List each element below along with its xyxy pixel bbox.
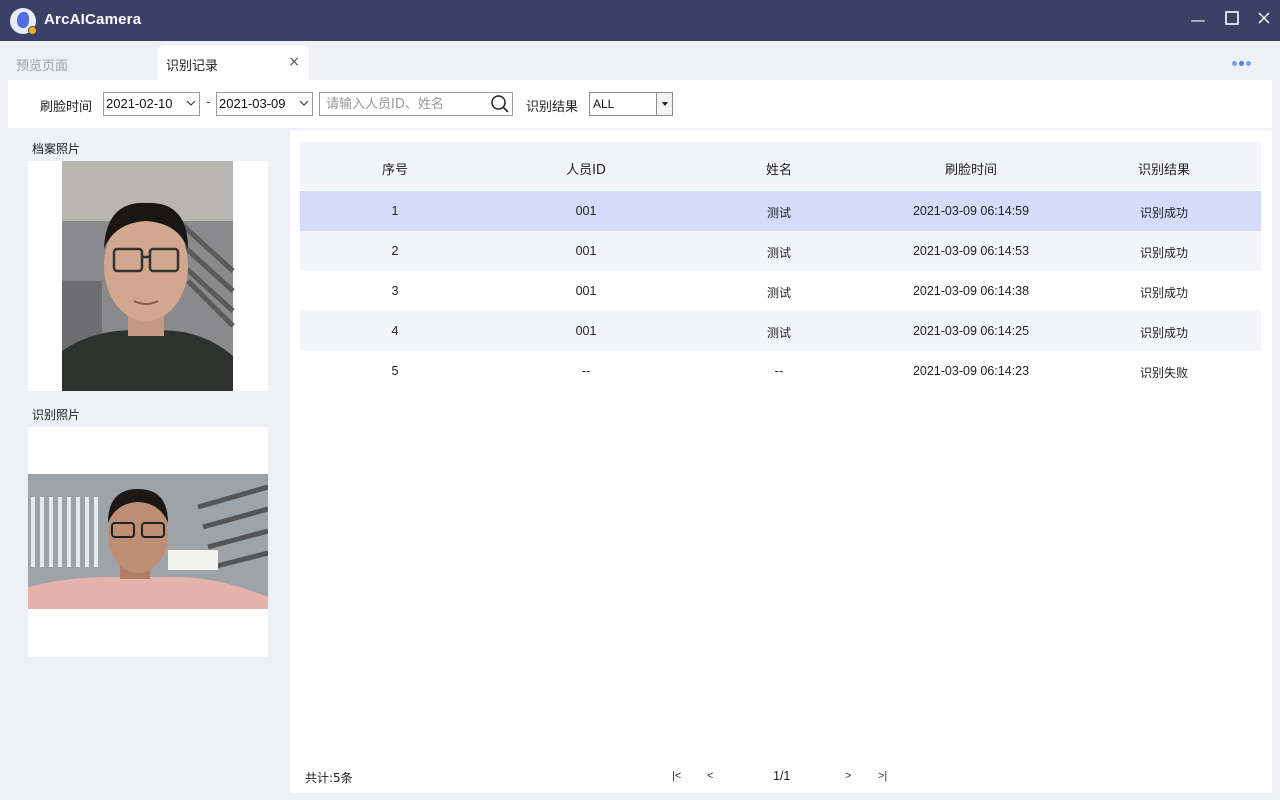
- cell-result: 识别失败: [1139, 366, 1188, 380]
- cell-index: 5: [391, 364, 399, 378]
- cell-result: 识别成功: [1139, 206, 1188, 220]
- tab-bar: 预览页面 识别记录 ×: [0, 41, 1280, 80]
- search-input[interactable]: [320, 93, 485, 115]
- cell-index: 2: [391, 244, 399, 258]
- cell-name: 测试: [766, 206, 791, 220]
- tab-records[interactable]: 识别记录 ×: [158, 45, 309, 80]
- next-page-button[interactable]: >: [845, 770, 851, 782]
- capture-photo-label: 识别照片: [32, 408, 81, 422]
- date-to-picker[interactable]: 2021-03-09: [216, 92, 313, 116]
- archive-face-image: [62, 161, 235, 391]
- cell-person-id: 001: [575, 324, 597, 338]
- cell-face-time: 2021-03-09 06:14:38: [912, 284, 1030, 298]
- cell-result: 识别成功: [1139, 286, 1188, 300]
- table-row[interactable]: 4 001 测试 2021-03-09 06:14:25 识别成功: [300, 311, 1261, 351]
- header-index: 序号: [381, 163, 408, 178]
- close-button[interactable]: [1254, 10, 1274, 30]
- header-face-time: 刷脸时间: [944, 163, 997, 178]
- photo-panel: 档案照片 识别照片: [8, 130, 288, 793]
- result-label: 识别结果: [526, 100, 579, 115]
- maximize-button[interactable]: [1222, 10, 1242, 30]
- cell-result: 识别成功: [1139, 246, 1188, 260]
- cell-index: 3: [391, 284, 399, 298]
- chevron-down-icon: [186, 94, 196, 115]
- date-separator: -: [206, 95, 211, 110]
- header-result: 识别结果: [1137, 163, 1190, 178]
- result-select[interactable]: ALL: [589, 92, 673, 116]
- page-indicator: 1/1: [773, 769, 791, 783]
- app-logo-icon: [10, 8, 37, 35]
- date-from-value: 2021-02-10: [106, 96, 173, 111]
- cell-face-time: 2021-03-09 06:14:25: [912, 324, 1030, 338]
- table-row[interactable]: 2 001 测试 2021-03-09 06:14:53 识别成功: [300, 231, 1261, 271]
- app-title: ArcAICamera: [44, 11, 142, 28]
- minimize-button[interactable]: —: [1188, 10, 1208, 30]
- last-page-button[interactable]: >|: [878, 770, 887, 782]
- result-select-value: ALL: [593, 97, 615, 111]
- first-page-button[interactable]: |<: [672, 770, 681, 782]
- tab-preview[interactable]: 预览页面: [8, 45, 158, 80]
- search-box: [319, 92, 513, 116]
- cell-name: --: [774, 364, 784, 378]
- cell-person-id: --: [581, 364, 591, 378]
- records-table-panel: 序号 人员ID 姓名 刷脸时间 识别结果 1 001 测试 2021-03-09 06…: [290, 130, 1272, 793]
- tab-close-icon[interactable]: ×: [288, 54, 300, 70]
- close-icon: [1258, 12, 1270, 24]
- archive-photo: [28, 161, 268, 391]
- dropdown-arrow-icon[interactable]: [656, 93, 672, 115]
- capture-face-image: [28, 427, 268, 657]
- cell-face-time: 2021-03-09 06:14:23: [912, 364, 1030, 378]
- filter-bar: 刷脸时间 2021-02-10 - 2021-03-09 识别结果 ALL: [8, 80, 1272, 128]
- date-to-value: 2021-03-09: [219, 96, 286, 111]
- face-time-label: 刷脸时间: [40, 100, 93, 115]
- capture-photo: [28, 427, 268, 657]
- table-header: 序号 人员ID 姓名 刷脸时间 识别结果: [300, 142, 1261, 190]
- cell-name: 测试: [766, 326, 791, 340]
- cell-person-id: 001: [575, 244, 597, 258]
- table-row[interactable]: 3 001 测试 2021-03-09 06:14:38 识别成功: [300, 271, 1261, 311]
- tab-label: 识别记录: [166, 59, 219, 74]
- tab-label: 预览页面: [16, 59, 69, 74]
- cell-name: 测试: [766, 286, 791, 300]
- date-from-picker[interactable]: 2021-02-10: [103, 92, 200, 116]
- search-icon[interactable]: [490, 94, 510, 114]
- chevron-down-icon: [299, 94, 309, 115]
- prev-page-button[interactable]: <: [707, 770, 713, 782]
- table-row[interactable]: 1 001 测试 2021-03-09 06:14:59 识别成功: [300, 191, 1261, 231]
- cell-person-id: 001: [575, 204, 597, 218]
- cell-face-time: 2021-03-09 06:14:53: [912, 244, 1030, 258]
- cell-index: 1: [391, 204, 399, 218]
- cell-index: 4: [391, 324, 399, 338]
- more-options-icon[interactable]: [1232, 61, 1252, 67]
- cell-name: 测试: [766, 246, 791, 260]
- header-person-id: 人员ID: [566, 163, 606, 178]
- cell-person-id: 001: [575, 284, 597, 298]
- title-bar: ArcAICamera —: [0, 0, 1280, 41]
- total-count: 共计:5条: [305, 771, 353, 785]
- archive-photo-label: 档案照片: [32, 142, 81, 156]
- cell-result: 识别成功: [1139, 326, 1188, 340]
- maximize-icon: [1225, 11, 1239, 25]
- cell-face-time: 2021-03-09 06:14:59: [912, 204, 1030, 218]
- table-row[interactable]: 5 -- -- 2021-03-09 06:14:23 识别失败: [300, 351, 1261, 391]
- header-name: 姓名: [765, 163, 792, 178]
